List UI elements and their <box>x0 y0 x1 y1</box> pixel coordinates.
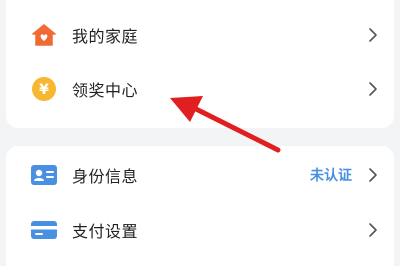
menu-item-label: 支付设置 <box>72 222 139 241</box>
yuan-coin-icon: ¥ <box>30 75 58 103</box>
chevron-right-icon <box>369 82 377 96</box>
chevron-right-icon <box>369 28 377 42</box>
menu-card-1: 我的家庭 ¥ 领奖中心 <box>6 0 394 128</box>
id-card-icon <box>30 161 58 189</box>
menu-item-label: 领奖中心 <box>72 81 139 100</box>
home-icon <box>30 21 58 49</box>
menu-item-identity-info[interactable]: 身份信息 未认证 <box>6 150 394 200</box>
menu-item-payment-settings[interactable]: 支付设置 <box>6 205 394 255</box>
verification-status: 未认证 <box>310 168 352 184</box>
credit-card-icon <box>30 216 58 244</box>
chevron-right-icon <box>369 223 377 237</box>
menu-card-2: 身份信息 未认证 支付设置 <box>6 146 394 266</box>
menu-item-my-family[interactable]: 我的家庭 <box>6 10 394 60</box>
menu-item-label: 身份信息 <box>72 167 139 186</box>
menu-item-label: 我的家庭 <box>72 27 139 46</box>
chevron-right-icon <box>369 168 377 182</box>
page: 我的家庭 ¥ 领奖中心 身份信息 未认证 支付设置 <box>0 0 400 266</box>
coin-symbol: ¥ <box>39 82 49 98</box>
menu-item-reward-center[interactable]: ¥ 领奖中心 <box>6 64 394 114</box>
